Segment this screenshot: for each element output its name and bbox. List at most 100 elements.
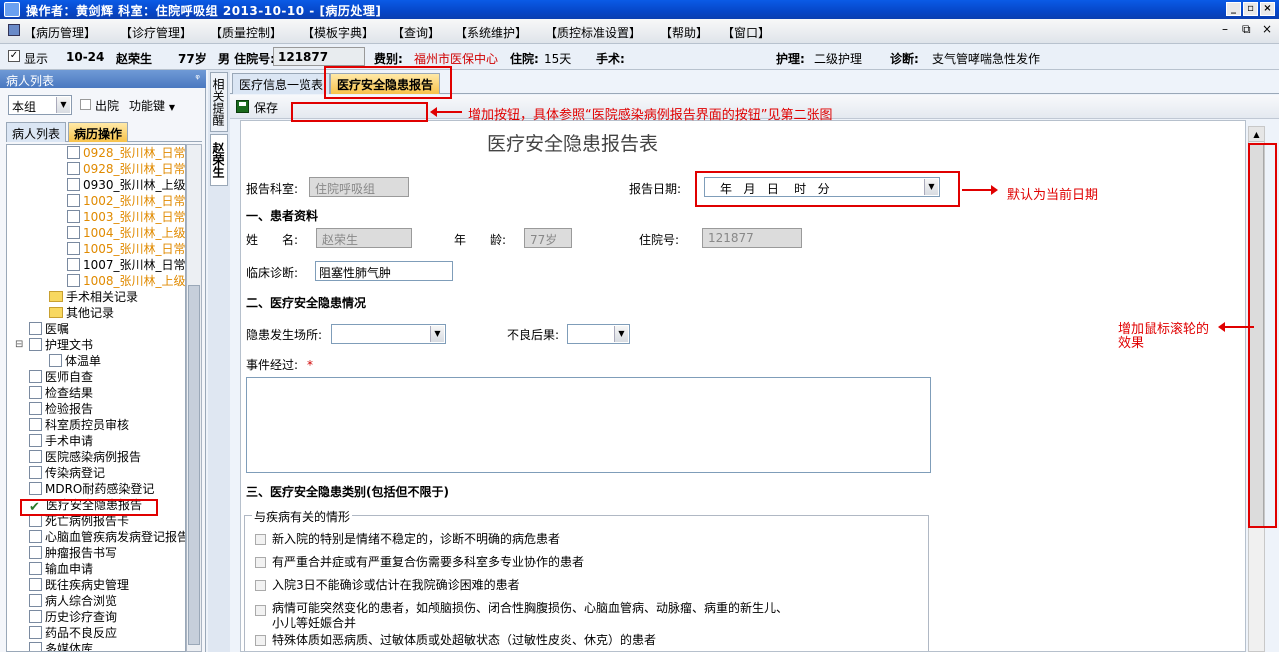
document-icon (29, 626, 42, 639)
tree-item[interactable]: 体温单 (49, 353, 101, 369)
tree-item[interactable]: 手术申请 (29, 433, 93, 449)
menu-window[interactable]: 【窗口】 (722, 24, 770, 41)
item-checkbox[interactable] (255, 557, 266, 568)
item-label: 有严重合并症或有严重复合伤需要多科室多专业协作的患者 (272, 555, 585, 569)
tree-item[interactable]: 1004_张川林_上级 (67, 225, 185, 241)
tree-item[interactable]: 输血申请 (29, 561, 93, 577)
form-title: 医疗安全隐患报告表 (487, 133, 659, 155)
tree-item[interactable]: 医嘱 (29, 321, 69, 337)
menu-system-maint[interactable]: 【系统维护】 (455, 24, 527, 41)
document-icon (29, 418, 42, 431)
tree-item[interactable]: 检验报告 (29, 401, 93, 417)
tree-item[interactable]: 多媒体库 (29, 641, 94, 652)
left-tabs: 病人列表 病历操作 (6, 122, 202, 142)
tree-item[interactable]: 医院感染病例报告 (29, 449, 141, 465)
tree-item[interactable]: 0928_张川林_日常 (67, 161, 186, 177)
save-button[interactable]: 保存 (254, 99, 278, 116)
scroll-up-icon[interactable]: ▲ (1249, 127, 1264, 142)
menu-diagnosis-mgmt[interactable]: 【诊疗管理】 (120, 24, 192, 41)
stay-label: 住院: (510, 52, 539, 66)
tree-item-label: 0928_张川林_日常 (83, 146, 186, 160)
age-label: 年 龄: (454, 233, 507, 247)
tree-item[interactable]: 1007_张川林_日常 (67, 257, 185, 273)
tree-item-label: 0928_张川林_日常 (83, 162, 186, 176)
menu-help[interactable]: 【帮助】 (660, 24, 708, 41)
tree-item[interactable]: 0930_张川林_上级 (67, 177, 185, 193)
mdi-restore-icon[interactable]: ⧉ (1242, 22, 1251, 37)
tab-patient-list[interactable]: 病人列表 (6, 122, 67, 142)
document-icon (29, 466, 42, 479)
admission-number: 121877 (273, 47, 365, 66)
item-checkbox[interactable] (255, 635, 266, 646)
tab-reminders[interactable]: 相关提醒 (210, 72, 228, 132)
admission-no-field[interactable]: 121877 (702, 228, 802, 248)
discharged-checkbox[interactable] (80, 99, 91, 110)
menu-qc-standard[interactable]: 【质控标准设置】 (545, 24, 641, 41)
patient-name: 赵荣生 (116, 52, 153, 66)
show-checkbox[interactable]: ✓ (8, 50, 20, 62)
tree-item[interactable]: 1003_张川林_日常 (67, 209, 185, 225)
tree-item[interactable]: 1002_张川林_日常 (67, 193, 185, 209)
tree-item[interactable]: 手术相关记录 (49, 289, 138, 305)
tree-item[interactable]: 检查结果 (29, 385, 93, 401)
nursing-label: 护理: (776, 52, 805, 66)
dept-field[interactable]: 住院呼吸组 (309, 177, 409, 197)
group-select[interactable]: 本组 ▼ (8, 95, 72, 115)
tree-item[interactable]: MDRO耐药感染登记 (29, 481, 154, 497)
name-label: 姓 名: (246, 233, 299, 247)
tree-item[interactable]: 1008_张川林_上级 (67, 273, 185, 289)
restore-button[interactable]: ▫ (1243, 2, 1258, 16)
minimize-button[interactable]: _ (1226, 2, 1241, 16)
tree-item-label: 多媒体库 (45, 642, 94, 652)
annotation-add-buttons: 增加按钮，具体参照“医院感染病例报告界面的按钮”见第二张图 (468, 108, 833, 123)
collapse-icon[interactable]: ⊟ (15, 337, 23, 353)
arrow-right-icon (962, 185, 998, 195)
tab-highlight-annotation (324, 66, 452, 99)
diagnosis-field[interactable]: 阻塞性肺气肿 (315, 261, 453, 281)
item-checkbox[interactable] (255, 534, 266, 545)
tree-item[interactable]: 既往疾病史管理 (29, 577, 129, 593)
tree-item-label: 1005_张川林_日常 (83, 242, 186, 256)
tree-item[interactable]: 病人综合浏览 (29, 593, 117, 609)
tree-scroll-thumb[interactable] (188, 285, 200, 645)
name-field[interactable]: 赵荣生 (316, 228, 412, 248)
document-icon (29, 642, 42, 651)
tree-item[interactable]: 药品不良反应 (29, 625, 117, 641)
item-checkbox[interactable] (255, 605, 266, 616)
menu-template-dict[interactable]: 【模板字典】 (302, 24, 374, 41)
pin-icon[interactable]: ᵠ (195, 72, 200, 85)
tab-medical-overview[interactable]: 医疗信息一览表 (232, 73, 331, 94)
tree-item[interactable]: ⊟ 护理文书 (15, 337, 93, 353)
tree-item[interactable]: 其他记录 (49, 305, 114, 321)
tree-item[interactable]: 历史诊疗查询 (29, 609, 117, 625)
place-label: 隐患发生场所: (246, 328, 323, 342)
tree-item[interactable]: 肿瘤报告书写 (29, 545, 117, 561)
menu-quality-control[interactable]: 【质量控制】 (210, 24, 282, 41)
menu-record-mgmt[interactable]: 【病历管理】 (24, 24, 96, 41)
item-checkbox[interactable] (255, 580, 266, 591)
tab-patient[interactable]: 赵荣生 (210, 134, 228, 186)
tree-item[interactable]: 科室质控员审核 (29, 417, 129, 433)
place-select[interactable]: ▼ (331, 324, 446, 344)
age-field[interactable]: 77岁 (524, 228, 572, 248)
tree-item[interactable]: 0928_张川林_日常 (67, 145, 186, 161)
document-icon (49, 354, 62, 367)
consequence-select[interactable]: ▼ (567, 324, 630, 344)
tree-item[interactable]: 医师自查 (29, 369, 93, 385)
close-button[interactable]: × (1260, 2, 1275, 16)
document-icon (29, 610, 42, 623)
tree-item-label: 传染病登记 (45, 466, 106, 480)
tab-record-ops[interactable]: 病历操作 (68, 122, 129, 142)
tree-item[interactable]: 心脑血管疾病发病登记报告 (29, 529, 185, 545)
stay-value: 15天 (544, 52, 572, 66)
annotation-wheel-line2: 效果 (1118, 336, 1145, 351)
tree-scrollbar[interactable] (186, 144, 202, 652)
menu-query[interactable]: 【查询】 (392, 24, 440, 41)
function-key-button[interactable]: 功能键 ▼ (129, 97, 175, 114)
mdi-minimize-icon[interactable]: – (1222, 22, 1228, 36)
event-textarea[interactable] (246, 377, 931, 473)
tree-item[interactable]: 传染病登记 (29, 465, 105, 481)
mdi-close-icon[interactable]: × (1262, 22, 1272, 36)
tree-item[interactable]: 1005_张川林_日常 (67, 241, 186, 257)
item-label: 入院3日不能确诊或估计在我院确诊困难的患者 (272, 578, 520, 592)
